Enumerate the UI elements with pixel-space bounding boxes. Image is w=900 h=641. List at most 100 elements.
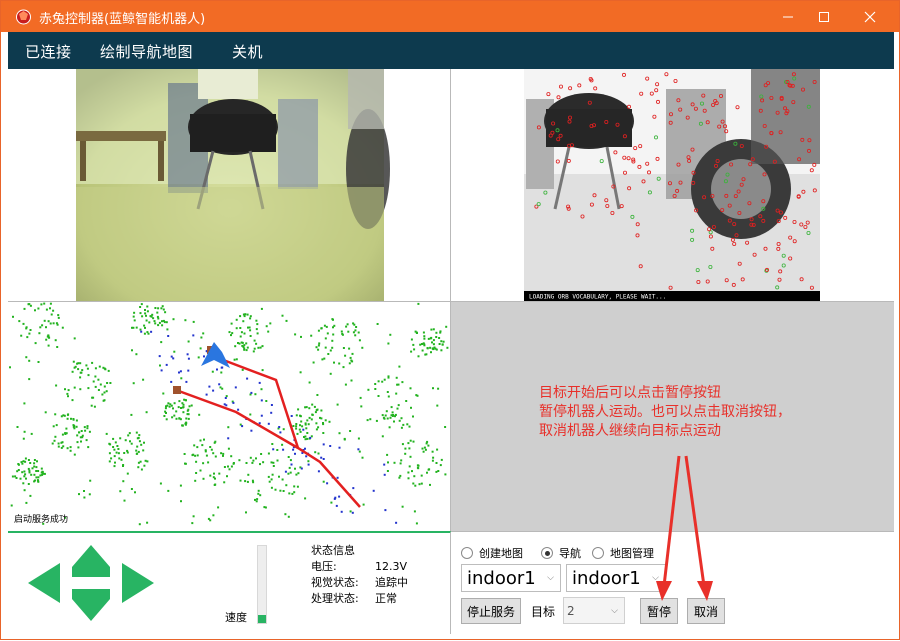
status-value: 正常 [375, 592, 397, 605]
radio-create-map[interactable]: 创建地图 [461, 545, 523, 561]
obstacle-point [116, 445, 119, 447]
obstacle-point [123, 499, 126, 502]
obstacle-point [154, 322, 157, 325]
obstacle-point [410, 406, 412, 409]
up-arrow-icon[interactable] [72, 545, 110, 567]
scan-point [205, 393, 208, 396]
obstacle-point [295, 414, 298, 417]
target-select-value: 2 [567, 603, 575, 618]
pause-button[interactable]: 暂停 [640, 598, 678, 624]
scan-point [150, 330, 153, 333]
obstacle-point [293, 491, 296, 494]
title-bar: 赤兔控制器(蓝鲸智能机器人) [1, 1, 899, 32]
obstacle-point [407, 442, 410, 445]
map-select-2[interactable]: indoor1 ⌵ [566, 564, 666, 592]
status-key: 电压: [311, 560, 337, 573]
obstacle-point [98, 365, 101, 368]
obstacle-point [72, 418, 75, 420]
obstacle-point [214, 477, 216, 480]
obstacle-point [415, 394, 418, 397]
obstacle-point [172, 407, 174, 410]
scan-point [260, 399, 263, 402]
left-arrow-icon[interactable] [28, 563, 60, 603]
obstacle-point [292, 425, 295, 427]
obstacle-point [22, 437, 25, 440]
obstacle-point [397, 404, 400, 407]
obstacle-point [357, 437, 360, 440]
obstacle-point [354, 329, 357, 332]
obstacle-point [205, 454, 208, 457]
obstacle-point [28, 471, 31, 474]
obstacle-point [156, 311, 159, 314]
obstacle-point [419, 343, 422, 346]
obstacle-point [181, 406, 184, 409]
obstacle-point [75, 419, 78, 422]
radio-map-management[interactable]: 地图管理 [592, 545, 654, 561]
map-canvas[interactable] [8, 302, 451, 531]
obstacle-point [249, 413, 252, 416]
obstacle-point [246, 346, 249, 349]
obstacle-point [49, 302, 52, 305]
obstacle-point [146, 305, 149, 308]
radio-label: 创建地图 [479, 547, 523, 560]
obstacle-point [60, 441, 63, 444]
obstacle-point [299, 414, 301, 417]
obstacle-point [386, 453, 389, 456]
right-arrow-icon[interactable] [122, 563, 154, 603]
obstacle-point [73, 337, 76, 340]
obstacle-point [93, 405, 96, 408]
radio-navigation[interactable]: 导航 [541, 545, 581, 561]
obstacle-point [182, 403, 185, 406]
scan-point [267, 422, 270, 425]
app-logo-icon [16, 9, 31, 25]
stop-service-button[interactable]: 停止服务 [461, 598, 521, 624]
obstacle-point [20, 334, 23, 337]
obstacle-point [239, 315, 242, 318]
radio-button[interactable] [592, 547, 604, 559]
obstacle-point [384, 414, 387, 417]
scan-point [340, 510, 343, 513]
obstacle-point [161, 320, 163, 323]
menu-draw-nav-map[interactable]: 绘制导航地图 [100, 41, 193, 62]
obstacle-point [421, 447, 424, 450]
local-path [217, 356, 300, 449]
scan-point [237, 408, 240, 411]
map-select-1[interactable]: indoor1 ⌵ [461, 564, 561, 592]
target-select[interactable]: 2 ⌵ [563, 597, 625, 624]
obstacle-point [78, 431, 81, 434]
close-icon[interactable] [847, 1, 893, 32]
scan-point [272, 448, 275, 451]
obstacle-point [47, 334, 50, 337]
cancel-button[interactable]: 取消 [687, 598, 725, 624]
obstacle-point [184, 399, 187, 402]
obstacle-point [37, 361, 40, 363]
obstacle-point [228, 468, 231, 471]
scan-point [223, 403, 226, 406]
scan-point [234, 386, 237, 389]
scan-point [383, 463, 386, 466]
obstacle-point [318, 342, 321, 345]
obstacle-point [146, 331, 149, 334]
obstacle-point [135, 431, 138, 434]
map-select-value: indoor1 [572, 567, 641, 589]
obstacle-point [186, 409, 189, 412]
radio-button[interactable] [541, 547, 553, 559]
menu-connected[interactable]: 已连接 [25, 41, 72, 62]
scan-point [329, 445, 332, 447]
obstacle-point [398, 476, 401, 479]
obstacle-point [436, 448, 439, 451]
maximize-icon[interactable] [801, 1, 847, 32]
down-arrow-icon[interactable] [72, 599, 110, 621]
obstacle-point [287, 456, 290, 458]
scan-point [185, 380, 188, 383]
obstacle-point [278, 475, 280, 478]
scan-point [221, 366, 224, 369]
radio-button[interactable] [461, 547, 473, 559]
obstacle-point [214, 455, 217, 458]
obstacle-point [203, 438, 205, 441]
obstacle-point [94, 375, 97, 378]
obstacle-point [409, 455, 412, 458]
obstacle-point [255, 328, 258, 331]
obstacle-point [139, 460, 142, 463]
menu-shutdown[interactable]: 关机 [232, 41, 263, 62]
